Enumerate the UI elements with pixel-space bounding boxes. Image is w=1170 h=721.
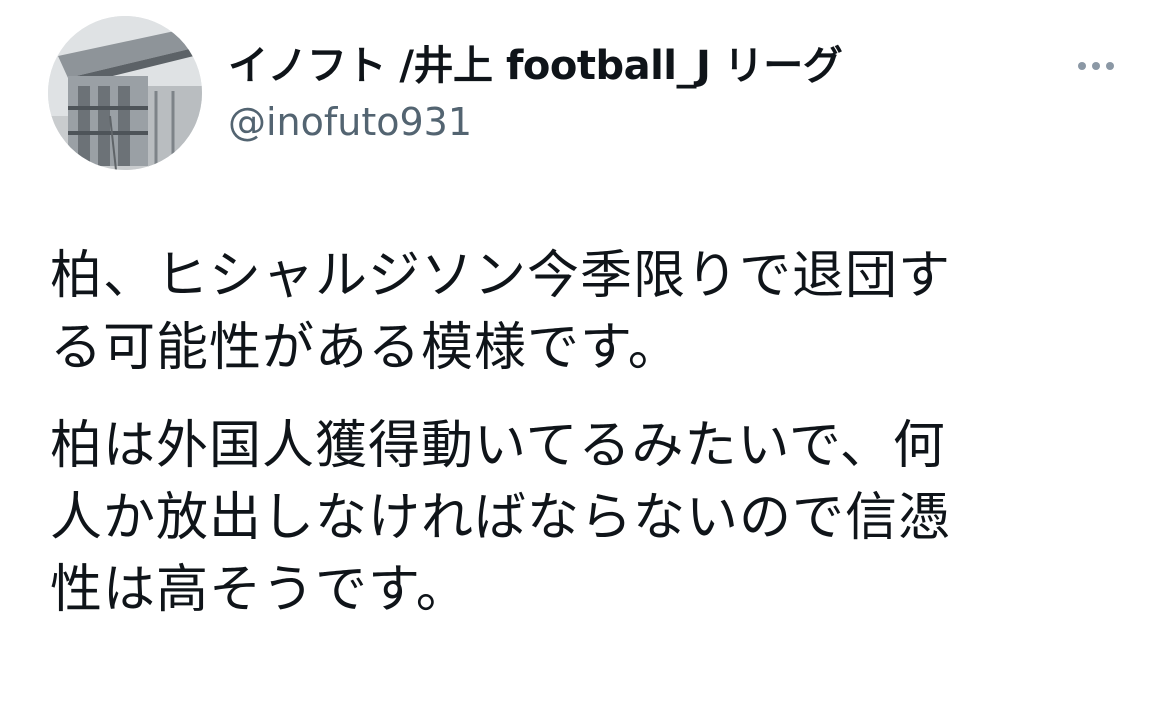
author-display-name[interactable]: イノフト /井上 football_J リーグ — [228, 40, 843, 92]
tweet-card: イノフト /井上 football_J リーグ @inofuto931 柏、ヒシ… — [0, 0, 1170, 721]
tweet-paragraph: 柏は外国人獲得動いてるみたいで、何 人か放出しなければならないので信憑 性は高そ… — [50, 416, 952, 620]
more-horizontal-icon — [1075, 62, 1117, 70]
author-avatar[interactable] — [48, 16, 202, 170]
author-handle[interactable]: @inofuto931 — [228, 96, 472, 148]
tweet-paragraph: 柏、ヒシャルジソン今季限りで退団す る可能性がある模様です。 — [50, 246, 952, 378]
more-options-button[interactable] — [1070, 50, 1122, 82]
stadium-photo-avatar — [48, 16, 202, 170]
tweet-text: 柏、ヒシャルジソン今季限りで退団す る可能性がある模様です。 柏は外国人獲得動い… — [50, 240, 1130, 652]
